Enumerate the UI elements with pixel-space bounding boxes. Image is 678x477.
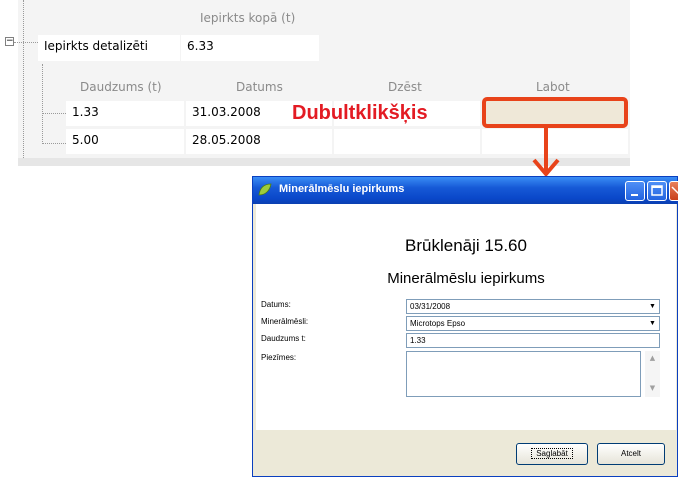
parent-value: 6.33 <box>181 35 319 61</box>
dropdown-arrow-icon[interactable]: ▼ <box>647 301 658 312</box>
maximize-icon <box>651 185 663 196</box>
save-button[interactable]: Saglabāt <box>516 443 588 465</box>
tree-line-row1 <box>42 113 66 114</box>
close-icon <box>671 186 678 195</box>
fertilizer-value: Microtops Epso <box>410 319 466 328</box>
collapse-expander-icon[interactable]: − <box>5 37 14 46</box>
date-field[interactable]: 03/31/2008 ▼ <box>406 299 660 314</box>
column-header-delete[interactable]: Dzēst <box>388 80 422 94</box>
column-header-edit[interactable]: Labot <box>536 80 570 94</box>
close-button[interactable] <box>669 181 678 201</box>
notes-scrollbar[interactable]: ▲ ▼ <box>645 351 660 397</box>
row2-quantity-cell[interactable]: 5.00 <box>66 129 184 154</box>
notes-label: Piezīmes: <box>261 353 297 362</box>
tree-line-branch <box>14 42 38 43</box>
quantity-value: 1.33 <box>410 336 426 345</box>
date-label: Datums: <box>261 300 291 309</box>
save-button-label: Saglabāt <box>531 448 573 459</box>
dialog-titlebar[interactable]: Minerālmēslu iepirkums <box>253 177 678 204</box>
quantity-label: Daudzums t: <box>261 334 306 343</box>
row2-date-cell[interactable]: 28.05.2008 <box>186 129 332 154</box>
purchase-dialog: Minerālmēslu iepirkums Brūklenāji 15.60 … <box>252 176 678 477</box>
row1-quantity-cell[interactable]: 1.33 <box>66 101 184 126</box>
minimize-button[interactable] <box>625 181 645 201</box>
dialog-subheading: Minerālmēslu iepirkums <box>387 270 545 287</box>
date-value: 03/31/2008 <box>410 302 451 311</box>
tree-line-row2 <box>42 143 66 144</box>
dialog-title: Minerālmēslu iepirkums <box>279 183 405 195</box>
dialog-heading: Brūklenāji 15.60 <box>405 236 527 255</box>
arrow-down-icon <box>532 128 560 178</box>
cancel-button[interactable]: Atcelt <box>597 443 665 465</box>
minimize-icon <box>631 194 638 196</box>
tree-line-child <box>42 64 43 144</box>
header-total: Iepirkts kopā (t) <box>200 11 296 25</box>
row2-delete-cell[interactable] <box>334 129 480 154</box>
column-header-quantity[interactable]: Daudzums (t) <box>80 80 162 94</box>
row1-edit-cell-highlighted[interactable] <box>482 97 628 128</box>
scroll-down-icon[interactable]: ▼ <box>645 381 660 395</box>
column-header-date[interactable]: Datums <box>236 80 283 94</box>
maximize-button[interactable] <box>647 181 667 201</box>
leaf-icon <box>258 183 272 196</box>
fertilizer-label: Minerālmēsli: <box>261 317 309 326</box>
fertilizer-select[interactable]: Microtops Epso ▼ <box>406 316 660 331</box>
double-click-annotation: Dubultklikšķis <box>292 102 428 124</box>
dialog-body: Brūklenāji 15.60 Minerālmēslu iepirkums … <box>256 204 676 430</box>
scroll-up-icon[interactable]: ▲ <box>645 351 660 365</box>
dropdown-arrow-icon[interactable]: ▼ <box>647 318 658 329</box>
parent-label: Iepirkts detalizēti <box>38 35 180 61</box>
tree-line-root <box>23 0 24 158</box>
quantity-input[interactable]: 1.33 <box>406 333 660 348</box>
notes-textarea[interactable] <box>406 351 641 397</box>
